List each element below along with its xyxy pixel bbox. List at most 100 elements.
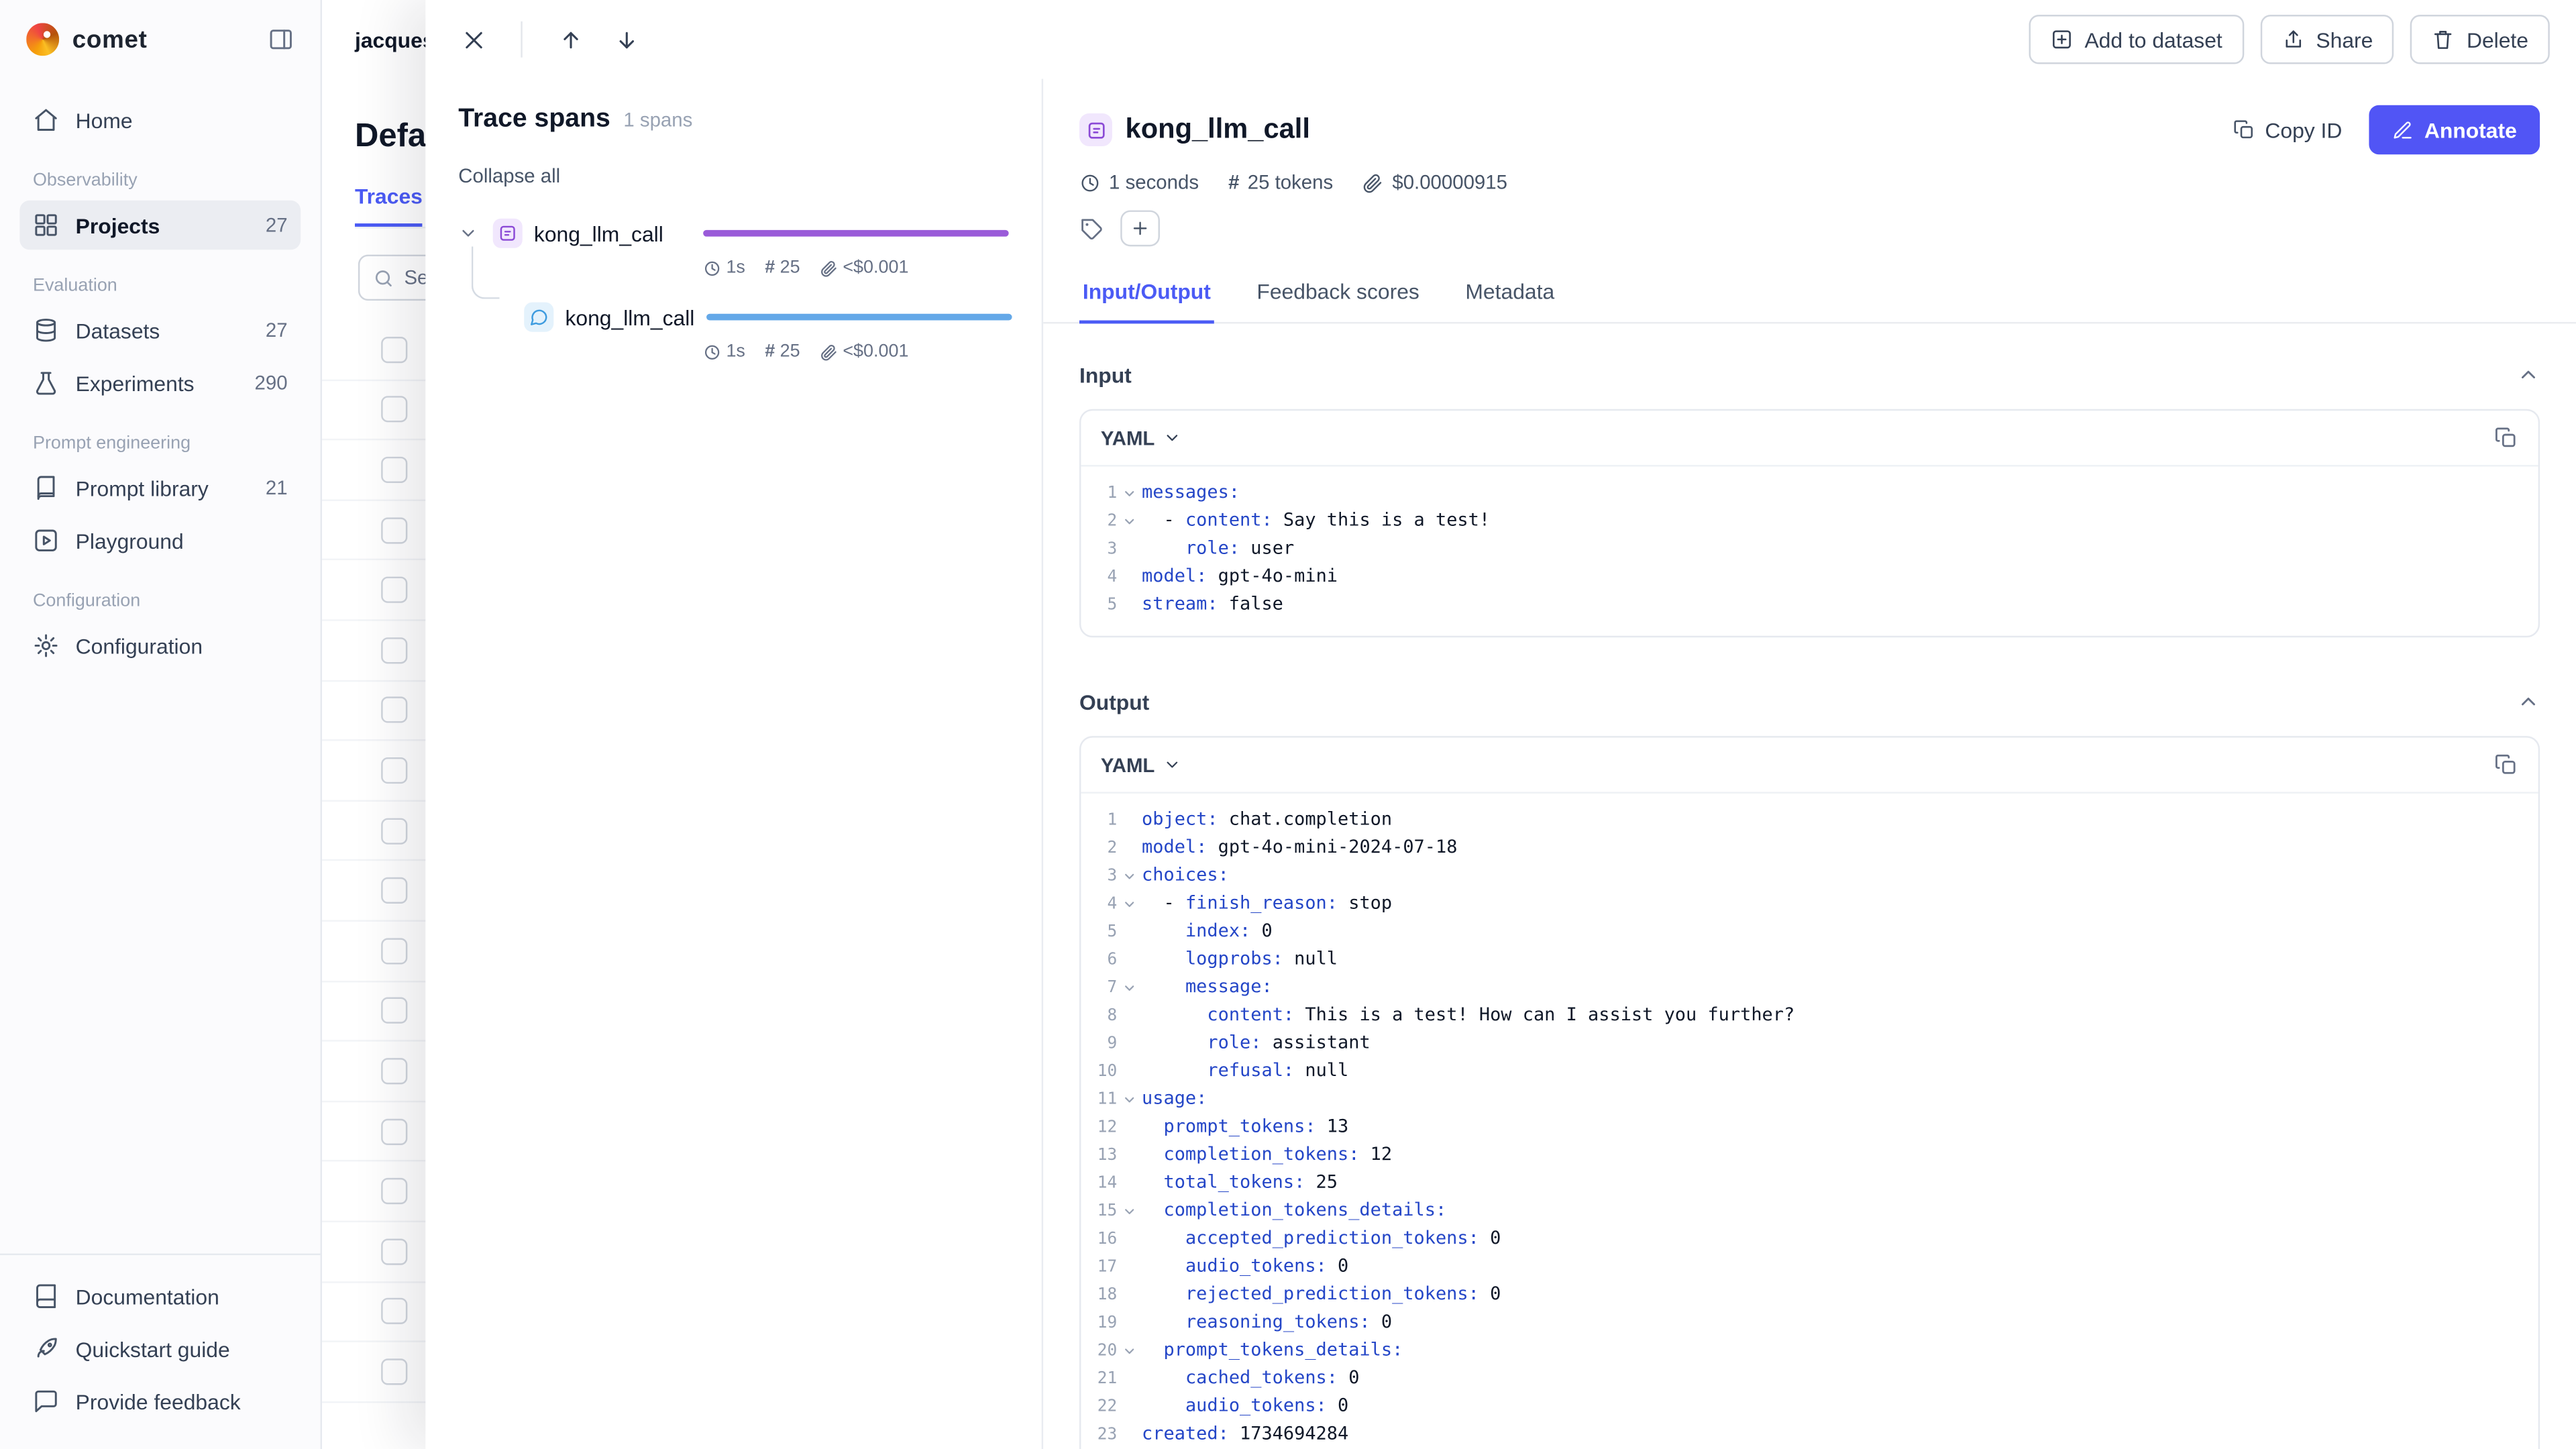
line-number: 14 <box>1097 1175 1118 1193</box>
configuration-icon <box>33 633 59 659</box>
hash-icon: # <box>765 341 775 362</box>
documentation-icon <box>33 1283 59 1309</box>
collapse-caret-icon[interactable] <box>1117 508 1142 529</box>
sidebar-nav: Home Observability Projects 27 Evaluation Dat… <box>0 79 321 1254</box>
workspace-name[interactable]: jacques <box>355 27 435 52</box>
row-checkbox[interactable] <box>381 1238 408 1265</box>
previous-span-button[interactable] <box>549 18 592 61</box>
collapse-caret-icon[interactable] <box>1117 974 1142 996</box>
collapse-all-button[interactable]: Collapse all <box>458 164 1008 187</box>
line-number: 4 <box>1107 568 1118 587</box>
gutter-spacer <box>1117 1002 1142 1009</box>
line-number: 2 <box>1107 839 1118 858</box>
code-text: content: This is a test! How can I assis… <box>1207 1004 1795 1026</box>
row-checkbox[interactable] <box>381 757 408 784</box>
collapse-output-icon[interactable] <box>2517 690 2540 713</box>
sidebar-item-configuration[interactable]: Configuration <box>19 621 301 670</box>
row-checkbox[interactable] <box>381 1178 408 1205</box>
sidebar-item-datasets[interactable]: Datasets 27 <box>19 306 301 355</box>
collapse-caret-icon[interactable] <box>1117 863 1142 884</box>
add-to-dataset-button[interactable]: Add to dataset <box>2029 15 2244 64</box>
close-button[interactable] <box>451 18 494 61</box>
collapse-caret-icon[interactable] <box>1117 1086 1142 1108</box>
row-checkbox[interactable] <box>381 998 408 1024</box>
span-row-child[interactable]: kong_llm_call <box>458 297 1012 337</box>
row-checkbox[interactable] <box>381 336 408 363</box>
llm-span-icon <box>492 218 523 248</box>
span-row-root[interactable]: kong_llm_call <box>458 213 1009 253</box>
code-text: - finish_reason: stop <box>1142 892 1393 914</box>
chevron-down-icon[interactable] <box>458 223 481 243</box>
row-checkbox[interactable] <box>381 817 408 844</box>
code-text: audio_tokens: 0 <box>1185 1255 1349 1277</box>
add-tag-button[interactable] <box>1120 210 1160 247</box>
collapse-caret-icon[interactable] <box>1117 1337 1142 1358</box>
next-span-button[interactable] <box>604 18 647 61</box>
sidebar-item-label: Provide feedback <box>75 1389 241 1414</box>
sidebar-item-provide-feedback[interactable]: Provide feedback <box>19 1377 301 1426</box>
sidebar-header: comet <box>0 0 321 79</box>
sidebar-item-playground[interactable]: Playground <box>19 516 301 565</box>
code-text: prompt_tokens: 13 <box>1163 1115 1349 1137</box>
copy-input-icon[interactable] <box>2494 425 2519 450</box>
output-format-select[interactable]: YAML <box>1101 753 1181 776</box>
row-checkbox[interactable] <box>381 1298 408 1325</box>
sidebar-item-count: 27 <box>265 213 288 237</box>
row-checkbox[interactable] <box>381 577 408 604</box>
share-button[interactable]: Share <box>2260 15 2395 64</box>
sidebar-item-projects[interactable]: Projects 27 <box>19 200 301 250</box>
code-line: 22 audio_tokens: 0 <box>1081 1393 2538 1421</box>
paperclip-icon <box>820 343 838 361</box>
copy-id-button[interactable]: Copy ID <box>2232 117 2342 142</box>
row-checkbox[interactable] <box>381 396 408 423</box>
collapse-caret-icon[interactable] <box>1117 890 1142 912</box>
delete-button[interactable]: Delete <box>2410 15 2550 64</box>
row-checkbox[interactable] <box>381 456 408 483</box>
row-checkbox[interactable] <box>381 1358 408 1385</box>
sidebar-item-prompt-library[interactable]: Prompt library 21 <box>19 464 301 513</box>
tab-metadata[interactable]: Metadata <box>1462 270 1558 322</box>
app-root: comet Home Observability Projects 27 Evaluat… <box>0 0 2576 1449</box>
row-checkbox[interactable] <box>381 1118 408 1144</box>
tab-feedback-scores[interactable]: Feedback scores <box>1253 270 1422 322</box>
gutter-spacer <box>1117 1226 1142 1232</box>
row-checkbox[interactable] <box>381 937 408 964</box>
paperclip-icon <box>1362 172 1384 193</box>
quickstart-icon <box>33 1336 59 1362</box>
row-checkbox[interactable] <box>381 517 408 543</box>
code-line: 21 cached_tokens: 0 <box>1081 1365 2538 1393</box>
sidebar-item-home[interactable]: Home <box>19 95 301 144</box>
pen-icon <box>2392 119 2413 141</box>
tab-input-output[interactable]: Input/Output <box>1079 270 1214 324</box>
collapse-caret-icon[interactable] <box>1117 480 1142 501</box>
row-checkbox[interactable] <box>381 637 408 663</box>
collapse-sidebar-icon[interactable] <box>268 26 294 52</box>
gutter-spacer <box>1117 1281 1142 1288</box>
line-number: 3 <box>1107 867 1118 885</box>
comet-logo-text: comet <box>72 25 148 54</box>
row-checkbox[interactable] <box>381 877 408 904</box>
sidebar-item-documentation[interactable]: Documentation <box>19 1272 301 1321</box>
row-checkbox[interactable] <box>381 697 408 724</box>
line-number: 7 <box>1107 979 1118 998</box>
code-line: 2 model: gpt-4o-mini-2024-07-18 <box>1081 835 2538 863</box>
line-number: 11 <box>1097 1091 1118 1110</box>
code-line: 2 - content: Say this is a test! <box>1081 508 2538 536</box>
span-duration-bar <box>703 229 1009 237</box>
code-line: 4 - finish_reason: stop <box>1081 890 2538 918</box>
trash-icon <box>2432 28 2455 51</box>
row-checkbox[interactable] <box>381 1057 408 1085</box>
sidebar-item-experiments[interactable]: Experiments 290 <box>19 358 301 407</box>
collapse-input-icon[interactable] <box>2517 363 2540 386</box>
annotate-button[interactable]: Annotate <box>2368 105 2540 155</box>
gutter-spacer <box>1117 1421 1142 1428</box>
collapse-caret-icon[interactable] <box>1117 1197 1142 1219</box>
home-icon <box>33 107 59 133</box>
copy-output-icon[interactable] <box>2494 753 2519 777</box>
sidebar-item-quickstart-guide[interactable]: Quickstart guide <box>19 1324 301 1373</box>
tag-icon <box>1079 216 1104 241</box>
input-format-select[interactable]: YAML <box>1101 427 1181 449</box>
tab-traces[interactable]: Traces <box>354 184 423 227</box>
code-text: cached_tokens: 0 <box>1185 1366 1360 1389</box>
code-line: 3 role: user <box>1081 535 2538 564</box>
